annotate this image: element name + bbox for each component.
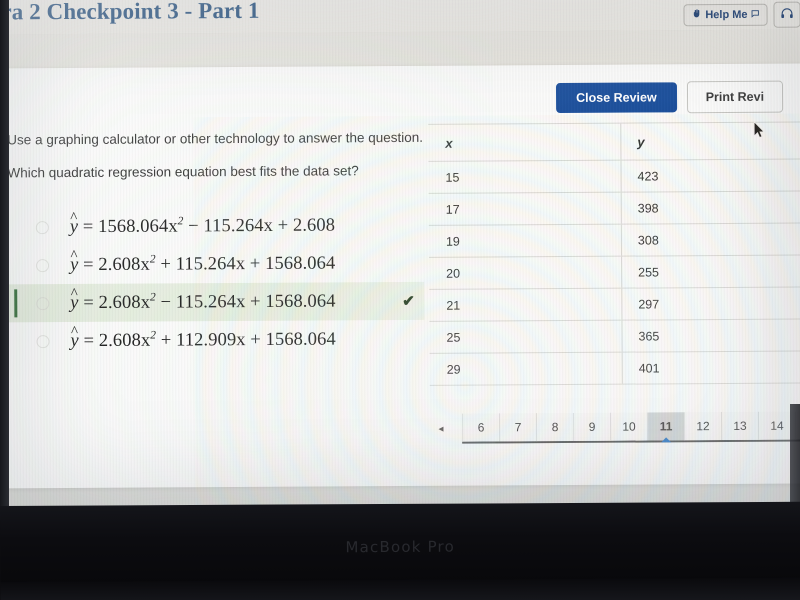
answer-choice-d[interactable]: y = 2.608x2 + 112.909x + 1568.064 bbox=[6, 320, 424, 361]
assessment-card: Close Review Print Revi Use a graphing c… bbox=[2, 63, 800, 489]
pagination-pages: 6 7 8 9 10 11 12 13 14 15 bbox=[461, 411, 800, 444]
page-title: bra 2 Checkpoint 3 - Part 1 bbox=[0, 0, 260, 25]
column-header-x: x bbox=[428, 123, 621, 162]
answer-choice-list: y = 1568.064x2 − 115.264x + 2.608 y = 2.… bbox=[6, 206, 425, 361]
cell-y: 308 bbox=[621, 222, 800, 257]
page-button-12[interactable]: 12 bbox=[683, 412, 722, 441]
answer-choice-a[interactable]: y = 1568.064x2 − 115.264x + 2.608 bbox=[6, 206, 424, 247]
page-button-6[interactable]: 6 bbox=[461, 413, 500, 442]
help-me-label: Help Me bbox=[705, 8, 748, 22]
question-column: Use a graphing calculator or other techn… bbox=[5, 128, 425, 361]
answer-equation-b: y = 2.608x2 + 115.264x + 1568.064 bbox=[28, 253, 335, 277]
page-button-10[interactable]: 10 bbox=[609, 412, 648, 441]
equation-tail-a: − 115.264x + 2.608 bbox=[183, 215, 336, 237]
column-header-y: y bbox=[620, 121, 800, 161]
y-hat-a: y bbox=[70, 217, 78, 237]
browser-page: bra 2 Checkpoint 3 - Part 1 Help Me Clos… bbox=[0, 0, 800, 518]
page-button-9[interactable]: 9 bbox=[572, 412, 611, 441]
laptop-hinge bbox=[0, 577, 800, 600]
y-hat-d: y bbox=[70, 331, 78, 351]
review-actions: Close Review Print Revi bbox=[555, 80, 784, 114]
data-table: x y 15 423 17 398 19 308 20 255 21 297 2… bbox=[428, 121, 800, 386]
cell-y: 398 bbox=[621, 190, 800, 225]
pagination-prev-button[interactable]: ◂ bbox=[420, 414, 462, 444]
cell-y: 255 bbox=[621, 254, 800, 289]
data-table-wrapper: x y 15 423 17 398 19 308 20 255 21 297 2… bbox=[428, 121, 800, 386]
equation-body-c: = 2.608x bbox=[78, 292, 151, 314]
cell-x: 29 bbox=[429, 352, 623, 386]
cell-y: 365 bbox=[621, 318, 800, 353]
equation-tail-c: − 115.264x + 1568.064 bbox=[155, 291, 336, 313]
equation-tail-d: + 112.909x + 1568.064 bbox=[156, 329, 336, 351]
table-row: 15 423 bbox=[428, 158, 800, 194]
answer-equation-c: y = 2.608x2 − 115.264x + 1568.064 bbox=[28, 291, 335, 315]
table-row: 17 398 bbox=[428, 190, 800, 226]
cell-x: 17 bbox=[428, 192, 622, 226]
equation-body-b: = 2.608x bbox=[78, 254, 150, 276]
hand-icon bbox=[691, 8, 702, 22]
cell-x: 25 bbox=[429, 320, 623, 354]
equation-body-d: = 2.608x bbox=[78, 330, 151, 352]
page-button-11-active[interactable]: 11 bbox=[646, 412, 685, 441]
equation-body-a: = 1568.064x bbox=[78, 216, 178, 238]
question-prompt: Which quadratic regression equation best… bbox=[7, 163, 359, 181]
headphones-icon bbox=[780, 6, 793, 24]
bezel-left-edge bbox=[0, 0, 9, 520]
table-row: 20 255 bbox=[429, 254, 800, 290]
page-button-13[interactable]: 13 bbox=[720, 411, 759, 441]
device-brand-label: MacBook Pro bbox=[345, 537, 456, 557]
mouse-cursor bbox=[753, 120, 765, 144]
help-me-button[interactable]: Help Me bbox=[683, 3, 768, 27]
laptop-bottom-bezel: MacBook Pro bbox=[0, 501, 800, 600]
cell-x: 21 bbox=[429, 288, 622, 322]
data-table-head: x y bbox=[428, 121, 800, 162]
cell-x: 19 bbox=[428, 224, 622, 258]
pagination: ◂ 6 7 8 9 10 11 12 13 14 15 Next ▸ bbox=[420, 411, 800, 444]
table-row: 21 297 bbox=[429, 286, 800, 322]
header-actions: Help Me bbox=[683, 1, 800, 29]
answer-choice-c[interactable]: y = 2.608x2 − 115.264x + 1568.064 ✔ bbox=[6, 282, 425, 323]
answer-choice-b[interactable]: y = 2.608x2 + 115.264x + 1568.064 bbox=[6, 244, 424, 285]
cell-y: 297 bbox=[621, 286, 800, 321]
y-hat-c: y bbox=[70, 293, 78, 313]
equation-tail-b: + 115.264x + 1568.064 bbox=[155, 253, 336, 275]
table-row: 19 308 bbox=[428, 222, 800, 258]
cell-y: 401 bbox=[622, 350, 800, 385]
speech-bubble-icon bbox=[750, 9, 759, 21]
question-instruction: Use a graphing calculator or other techn… bbox=[7, 129, 424, 148]
laptop-photo: bra 2 Checkpoint 3 - Part 1 Help Me Clos… bbox=[0, 0, 800, 600]
headphones-button[interactable] bbox=[773, 1, 800, 28]
laptop-screen: bra 2 Checkpoint 3 - Part 1 Help Me Clos… bbox=[0, 0, 800, 519]
cell-y: 423 bbox=[620, 158, 800, 193]
table-row: 25 365 bbox=[429, 318, 800, 354]
print-review-button[interactable]: Print Revi bbox=[686, 80, 784, 114]
correct-check-icon: ✔ bbox=[402, 293, 415, 311]
table-header-row: x y bbox=[428, 121, 800, 162]
correct-answer-accent-bar bbox=[14, 289, 18, 318]
page-button-7[interactable]: 7 bbox=[498, 413, 537, 442]
close-review-button[interactable]: Close Review bbox=[555, 82, 677, 114]
y-hat-b: y bbox=[70, 255, 78, 275]
table-row: 29 401 bbox=[429, 350, 800, 386]
cell-x: 15 bbox=[428, 160, 622, 194]
data-table-body: 15 423 17 398 19 308 20 255 21 297 25 36… bbox=[428, 158, 800, 386]
page-button-8[interactable]: 8 bbox=[535, 412, 574, 442]
answer-equation-a: y = 1568.064x2 − 115.264x + 2.608 bbox=[28, 215, 335, 239]
cell-x: 20 bbox=[429, 256, 622, 290]
answer-equation-d: y = 2.608x2 + 112.909x + 1568.064 bbox=[28, 329, 335, 353]
